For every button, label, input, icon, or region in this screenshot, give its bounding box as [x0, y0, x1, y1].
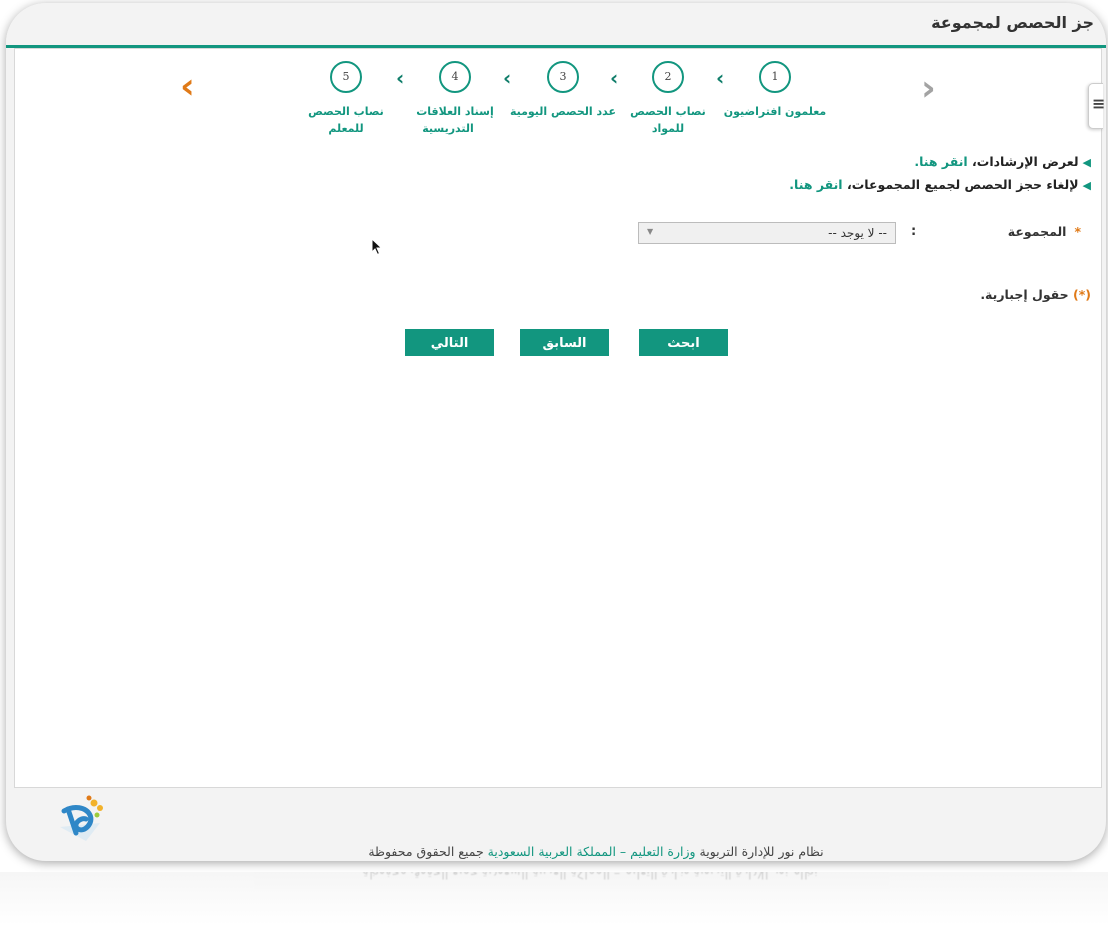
step-label: عدد الحصص اليومية: [509, 105, 617, 118]
menu-icon: ≡: [1092, 94, 1106, 113]
footer-ministry-link[interactable]: وزارة التعليم – المملكة العربية السعودية: [488, 844, 696, 859]
step-label-line1: إسناد العلاقات: [416, 105, 494, 118]
main-panel: ≡ › 1 معلمون افتراضيون ‹ 2 نصاب الحصص لل…: [14, 48, 1106, 788]
app-frame: جز الحصص لمجموعة ≡ › 1 معلمون افتراضيون …: [6, 3, 1106, 861]
cancel-all-line: ◀لإلغاء حجز الحصص لجميع المجموعات، انقر …: [789, 177, 1091, 192]
mandatory-mark: (*): [1073, 287, 1091, 302]
wizard-step-4[interactable]: 4 إسناد العلاقات التدريسية: [400, 61, 510, 137]
step-number: 2: [652, 61, 684, 93]
wizard-step-3[interactable]: 3 عدد الحصص اليومية: [508, 61, 618, 120]
field-colon: :: [911, 224, 917, 239]
chevron-right-icon: ›: [921, 68, 936, 109]
title-bar: جز الحصص لمجموعة: [6, 3, 1106, 48]
step-label: نصاب الحصص للمواد: [630, 105, 706, 135]
search-button[interactable]: ابحث: [639, 329, 728, 356]
wizard-step-5[interactable]: 5 نصاب الحصص للمعلم: [291, 61, 401, 137]
step-label-line2: التدريسية: [422, 122, 474, 135]
previous-button[interactable]: السابق: [520, 329, 609, 356]
step-number: 3: [547, 61, 579, 93]
step-label: معلمون افتراضيون: [723, 105, 827, 118]
step-number: 4: [439, 61, 471, 93]
noor-logo-icon: [56, 793, 108, 847]
step-label: إسناد العلاقات التدريسية: [400, 103, 510, 137]
footer-part1: نظام نور للإدارة التربوية: [699, 844, 824, 859]
instructions-link[interactable]: انقر هنا.: [914, 154, 967, 169]
cancel-all-text: لإلغاء حجز الحصص لجميع المجموعات،: [846, 177, 1079, 192]
step-label-line1: نصاب الحصص: [308, 105, 384, 118]
wizard-step-2[interactable]: 2 نصاب الحصص للمواد: [613, 61, 723, 137]
footer-reflection-part2: وزارة التعليم – المملكة العربية السعودية: [481, 872, 690, 882]
step-number: 5: [330, 61, 362, 93]
step-label-line2: للمعلم: [328, 122, 364, 135]
cancel-all-link[interactable]: انقر هنا.: [789, 177, 842, 192]
step-number: 1: [759, 61, 791, 93]
instructions-line: ◀لعرض الإرشادات، انقر هنا.: [914, 154, 1091, 169]
chevron-left-icon: ‹: [180, 66, 195, 107]
next-button[interactable]: التالي: [405, 329, 494, 356]
group-select-value: -- لا يوجد --: [828, 226, 887, 240]
instructions-text: لعرض الإرشادات،: [972, 154, 1079, 169]
triangle-left-icon: ◀: [1082, 156, 1091, 169]
side-menu-toggle[interactable]: ≡: [1088, 83, 1106, 129]
group-select[interactable]: -- لا يوجد -- ▼: [638, 222, 896, 244]
footer-reflection: نظام نور للإدارة التربوية وزارة التعليم …: [0, 872, 1100, 882]
footer-copyright: نظام نور للإدارة التربوية وزارة التعليم …: [6, 844, 1106, 859]
mouse-cursor-icon: [371, 237, 383, 260]
triangle-left-icon: ◀: [1082, 179, 1091, 192]
mandatory-note: (*) حقول إجبارية.: [980, 287, 1091, 302]
page-title: جز الحصص لمجموعة: [931, 13, 1094, 32]
group-label: * المجموعة: [1008, 224, 1081, 239]
wizard-next-arrow[interactable]: ‹: [180, 69, 195, 105]
mandatory-text: حقول إجبارية.: [980, 287, 1069, 302]
caret-down-icon: ▼: [647, 227, 654, 236]
wizard-step-1[interactable]: 1 معلمون افتراضيون: [720, 61, 830, 120]
footer-reflection-part3: جميع الحقوق محفوظة: [362, 872, 478, 882]
footer-part3: جميع الحقوق محفوظة: [368, 844, 484, 859]
page-reflection: نظام نور للإدارة التربوية وزارة التعليم …: [0, 872, 1108, 925]
group-label-text: المجموعة: [1007, 224, 1067, 239]
step-label: نصاب الحصص للمعلم: [291, 103, 401, 137]
footer-reflection-part1: نظام نور للإدارة التربوية: [693, 872, 818, 882]
required-mark: *: [1074, 224, 1081, 239]
wizard-prev-arrow[interactable]: ›: [921, 71, 936, 107]
